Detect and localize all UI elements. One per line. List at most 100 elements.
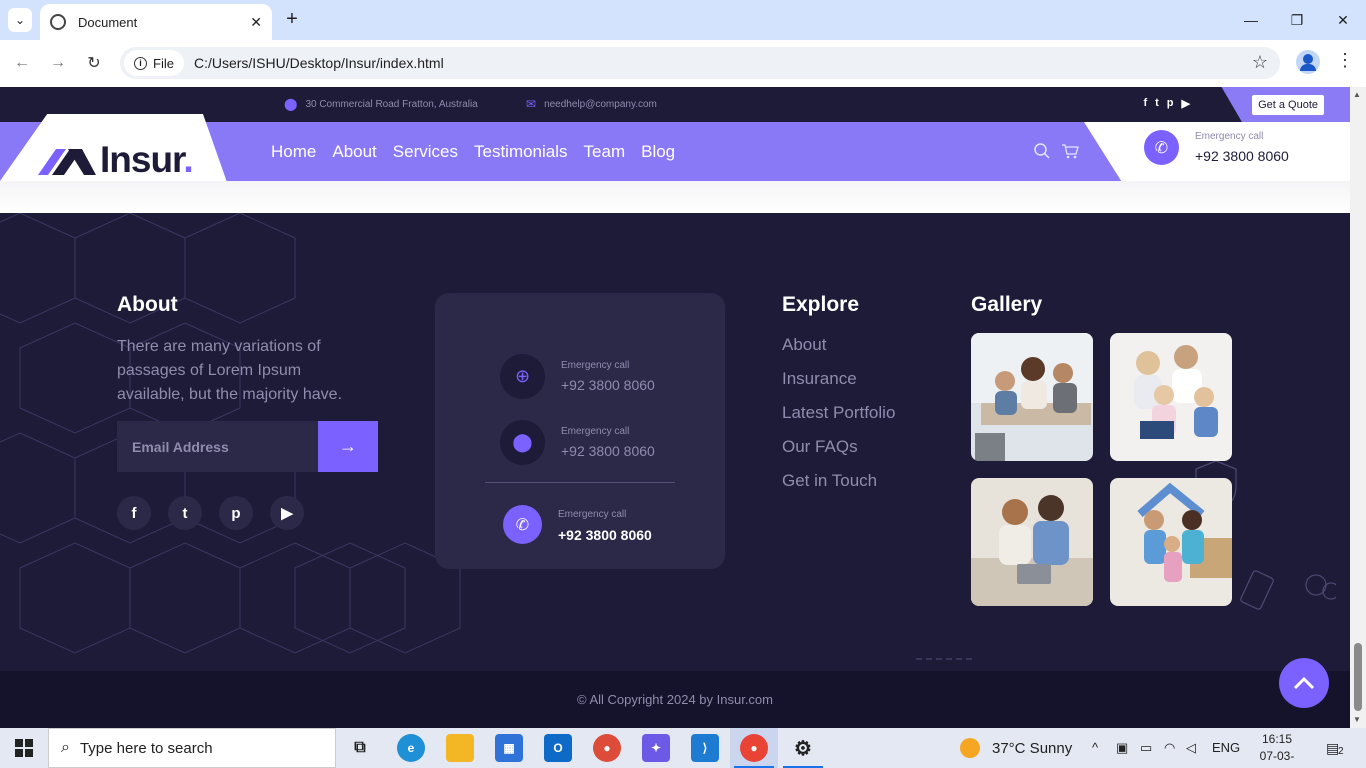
task-view-icon[interactable]: ⧉ (346, 734, 374, 762)
nav-shadow (0, 181, 1350, 213)
call-label: Emergency call (1195, 131, 1264, 142)
scrollbar-thumb[interactable] (1354, 643, 1362, 711)
pinterest-icon[interactable]: p (219, 496, 253, 530)
nav-testimonials[interactable]: Testimonials (474, 142, 568, 162)
nav-team[interactable]: Team (584, 142, 626, 162)
wifi-icon[interactable]: ◠ (1164, 740, 1175, 756)
phone-icon[interactable]: ✆ (503, 505, 542, 544)
microsoft-store-icon[interactable]: ▦ (495, 734, 523, 762)
chrome-profile-icon[interactable]: ● (593, 734, 621, 762)
tab-close-icon[interactable]: ✕ (250, 14, 262, 31)
scroll-up-arrow-icon[interactable]: ▲ (1353, 90, 1361, 99)
pinterest-icon[interactable]: p (1167, 97, 1174, 110)
twitter-icon[interactable]: t (168, 496, 202, 530)
browser-tab[interactable]: Document ✕ (40, 4, 272, 40)
contact-value-3[interactable]: +92 3800 8060 (558, 527, 652, 543)
site-logo[interactable]: Insur. (38, 139, 194, 181)
email-input[interactable]: Email Address (117, 421, 318, 472)
back-arrow-icon[interactable]: ← (10, 51, 34, 75)
reload-icon[interactable]: ↻ (82, 51, 106, 75)
site-info-chip[interactable]: i File (124, 50, 184, 76)
about-heading: About (117, 293, 178, 316)
topbar-address-text: 30 Commercial Road Fratton, Australia (305, 98, 478, 110)
facebook-icon[interactable]: f (117, 496, 151, 530)
nav-icons (1033, 142, 1079, 160)
nav-blog[interactable]: Blog (641, 142, 675, 162)
settings-gear-icon[interactable]: ⚙ (789, 734, 817, 762)
notification-count: 2 (1338, 746, 1344, 757)
contact-value-2: +92 3800 8060 (561, 443, 655, 459)
system-clock[interactable]: 16:15 07-03-2025 (1248, 731, 1306, 768)
outlook-icon[interactable]: O (544, 734, 572, 762)
get-quote-button[interactable]: Get a Quote (1252, 95, 1324, 115)
explore-link-contact[interactable]: Get in Touch (782, 471, 877, 491)
nav-services[interactable]: Services (393, 142, 458, 162)
page-scrollbar[interactable]: ▲ ▼ (1350, 87, 1366, 728)
phone-icon[interactable]: ✆ (1144, 130, 1179, 165)
close-window-icon[interactable]: ✕ (1320, 0, 1366, 40)
gallery-image-couple-tablet[interactable] (971, 478, 1093, 606)
explore-link-faqs[interactable]: Our FAQs (782, 437, 858, 457)
arrow-right-icon: → (339, 436, 357, 456)
new-tab-plus-icon[interactable]: + (282, 8, 302, 31)
contact-label-3: Emergency call (558, 509, 627, 520)
cart-icon[interactable] (1061, 142, 1079, 160)
globe-icon: ⊕ (500, 354, 545, 399)
main-menu: Home About Services Testimonials Team Bl… (271, 122, 675, 181)
url-text[interactable]: C:/Users/ISHU/Desktop/Insur/index.html (194, 55, 444, 71)
taskbar-search-placeholder: Type here to search (79, 739, 213, 757)
globe-icon (50, 14, 66, 30)
contact-value-1: +92 3800 8060 (561, 377, 655, 393)
contact-divider (485, 482, 675, 483)
volume-muted-icon[interactable]: ◁ (1186, 740, 1196, 756)
weather-widget[interactable]: 37°C Sunny (960, 728, 1072, 768)
youtube-icon[interactable]: ▶ (1182, 97, 1190, 110)
language-indicator[interactable]: ENG (1212, 740, 1240, 755)
about-text: There are many variations of passages of… (117, 338, 343, 403)
search-icon[interactable] (1033, 142, 1051, 160)
browser-tabbar: ⌄ Document ✕ + — ❐ ✕ (0, 0, 1366, 40)
windows-start-icon[interactable] (0, 728, 48, 768)
twitter-icon[interactable]: t (1155, 97, 1159, 110)
nav-about[interactable]: About (332, 142, 376, 162)
battery-icon[interactable]: ▭ (1140, 740, 1152, 756)
copyright-bar: © All Copyright 2024 by Insur.com (0, 671, 1350, 728)
topbar-address: ⬤ 30 Commercial Road Fratton, Australia (284, 97, 478, 111)
taskbar-search-box[interactable]: ⌕ Type here to search (48, 728, 336, 768)
info-icon: i (134, 56, 147, 70)
tray-chevron-up-icon[interactable]: ^ (1092, 740, 1098, 755)
file-explorer-icon[interactable] (446, 734, 474, 762)
explore-link-insurance[interactable]: Insurance (782, 369, 857, 389)
site-footer: About There are many variations of passa… (0, 213, 1350, 671)
scroll-to-top-button[interactable] (1279, 658, 1329, 708)
gallery-image-family-reading[interactable] (1110, 333, 1232, 461)
nav-home[interactable]: Home (271, 142, 316, 162)
call-number[interactable]: +92 3800 8060 (1195, 148, 1289, 164)
copyright-text: © All Copyright 2024 by Insur.com (576, 692, 773, 707)
bookmark-star-icon[interactable]: ☆ (1252, 52, 1268, 73)
tab-list-chevron-icon[interactable]: ⌄ (8, 8, 32, 32)
copilot-icon[interactable]: ✦ (642, 734, 670, 762)
location-pin-icon: ⬤ (284, 97, 298, 111)
topbar-email[interactable]: ✉ needhelp@company.com (526, 97, 657, 111)
facebook-icon[interactable]: f (1143, 97, 1147, 110)
subscribe-button[interactable]: → (318, 421, 378, 472)
omnibox[interactable]: i File C:/Users/ISHU/Desktop/Insur/index… (120, 47, 1280, 79)
minimize-icon[interactable]: — (1228, 0, 1274, 40)
scroll-down-arrow-icon[interactable]: ▼ (1353, 715, 1361, 724)
edge-browser-icon[interactable]: e (397, 734, 425, 762)
meet-icon[interactable]: ▣ (1116, 740, 1128, 756)
youtube-icon[interactable]: ▶ (270, 496, 304, 530)
explore-link-portfolio[interactable]: Latest Portfolio (782, 403, 895, 423)
explore-link-about[interactable]: About (782, 335, 826, 355)
chrome-icon[interactable]: ● (740, 734, 768, 762)
profile-avatar-icon[interactable] (1296, 50, 1320, 74)
gallery-image-team-meeting[interactable] (971, 333, 1093, 461)
clock-date: 07-03-2025 (1259, 749, 1295, 768)
chevron-up-icon (1293, 676, 1315, 690)
forward-arrow-icon[interactable]: → (46, 51, 70, 75)
vscode-icon[interactable]: ⟩ (691, 734, 719, 762)
gallery-image-family-home[interactable] (1110, 478, 1232, 606)
browser-menu-icon[interactable]: ⋮ (1336, 50, 1354, 71)
restore-icon[interactable]: ❐ (1274, 0, 1320, 40)
